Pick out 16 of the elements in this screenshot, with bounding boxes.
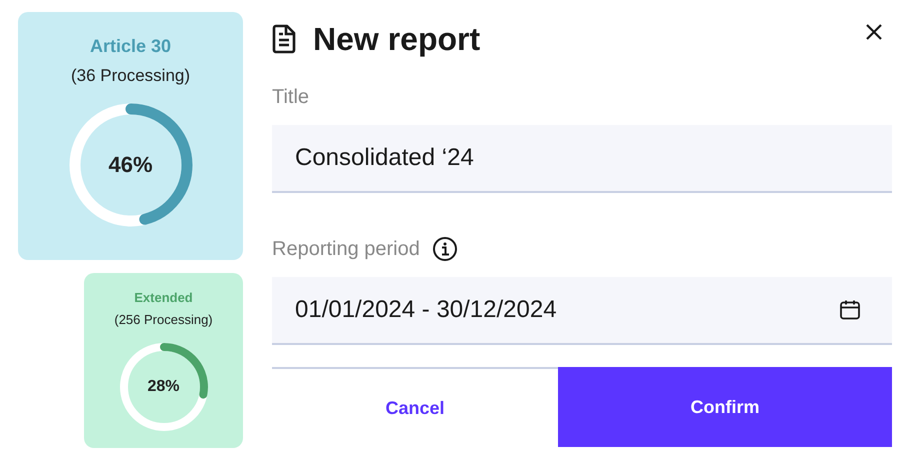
field-label: Reporting period: [272, 238, 420, 260]
percent-value: 28%: [147, 378, 180, 396]
card-subtitle: (36 Processing): [70, 66, 190, 86]
percent-value: 46%: [108, 152, 153, 178]
card-subtitle: (256 Processing): [114, 312, 213, 327]
date-range-field[interactable]: 01/01/2024 - 30/12/2024: [272, 277, 892, 345]
field-label: Title: [272, 86, 310, 108]
close-icon[interactable]: [864, 22, 884, 42]
calendar-icon[interactable]: [838, 298, 862, 322]
info-icon[interactable]: [432, 236, 458, 262]
dialog-title: New report: [313, 20, 482, 58]
card-title: Article 30: [90, 36, 172, 57]
document-icon: [272, 24, 296, 54]
input-field[interactable]: Consolidated ‘24: [272, 125, 892, 193]
card-title: Extended: [134, 290, 193, 305]
confirm-button[interactable]: Confirm: [558, 367, 892, 447]
